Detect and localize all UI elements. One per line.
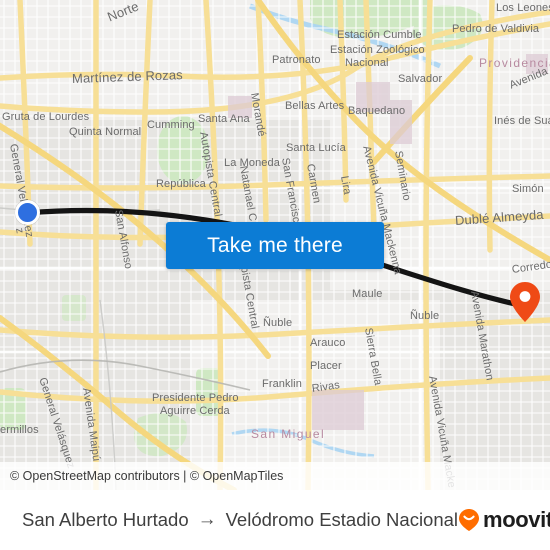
moovit-logo[interactable]: moovit [458,507,550,533]
moovit-map-card: Norte Martínez de Rozas Gruta de Lourdes Qu… [0,0,550,550]
footer-bar: San Alberto Hurtado → Velódromo Estadio … [0,490,550,550]
origin-dot-marker[interactable] [15,200,40,225]
origin-label: San Alberto Hurtado [22,509,189,530]
map-attribution[interactable]: © OpenStreetMap contributors | © OpenMap… [0,462,550,490]
moovit-pin-icon [459,509,480,531]
destination-pin-marker[interactable] [509,281,541,323]
arrow-right-icon: → [197,509,217,530]
route-summary: San Alberto Hurtado → Velódromo Estadio … [22,509,458,531]
moovit-wordmark: moovit [483,507,550,532]
destination-label: Velódromo Estadio Nacional [225,509,459,530]
take-me-there-button[interactable]: Take me there [166,222,384,269]
